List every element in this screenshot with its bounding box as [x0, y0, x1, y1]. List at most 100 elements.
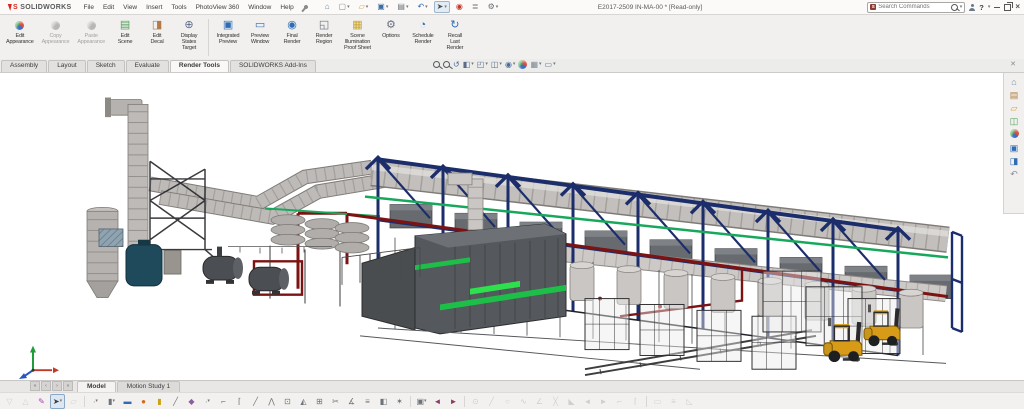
menu-tools[interactable]: Tools	[171, 4, 186, 11]
rectangle-tool-icon[interactable]: ⊡	[280, 394, 295, 409]
caret-down-icon[interactable]: ▾	[425, 5, 428, 10]
instant3d-icon[interactable]: ◆	[184, 394, 199, 409]
view-palette-icon[interactable]: ◫	[1010, 116, 1019, 126]
render-region-button[interactable]: ◱Render Region	[308, 16, 340, 59]
menu-help[interactable]: Help	[280, 4, 293, 11]
zoom-to-fit-icon[interactable]	[433, 61, 440, 68]
menu-photoview-360[interactable]: PhotoView 360	[196, 4, 240, 11]
line-icon[interactable]: ╱	[168, 394, 183, 409]
record-prev-icon[interactable]: ◄	[430, 394, 445, 409]
scene-illumination-proof-sheet-button[interactable]: ▦Scene Illumination Proof Sheet	[340, 16, 375, 59]
undo-button[interactable]: ↶▾	[414, 1, 430, 13]
smart-dimension-icon[interactable]: ∙▾	[88, 394, 103, 409]
file-properties-button[interactable]: ≣	[469, 1, 482, 13]
final-render-button[interactable]: ◉Final Render	[276, 16, 308, 59]
view-settings-icon[interactable]: ▭▾	[545, 60, 556, 69]
menu-edit[interactable]: Edit	[103, 4, 114, 11]
caret-down-icon[interactable]: ▾	[513, 62, 516, 67]
menu-insert[interactable]: Insert	[146, 4, 162, 11]
appearance-sphere-icon[interactable]: ●	[136, 394, 151, 409]
zoom-to-area-icon[interactable]	[443, 61, 450, 68]
annotation-icon[interactable]: ▮▾	[104, 394, 119, 409]
section-view-icon[interactable]: ◧▾	[463, 60, 474, 69]
pane-close-icon[interactable]: ✕	[1010, 60, 1016, 68]
tab-sketch[interactable]: Sketch	[87, 60, 125, 72]
tab-layout[interactable]: Layout	[48, 60, 86, 72]
appearance-brush-icon[interactable]: ✎	[34, 394, 49, 409]
trim-icon[interactable]: ✂	[328, 394, 343, 409]
options-button[interactable]: ⚙▾	[485, 1, 502, 13]
edit-appearance-button[interactable]: Edit Appearance	[2, 16, 38, 59]
appearances-scenes-icon[interactable]	[1010, 129, 1019, 140]
menu-window[interactable]: Window	[248, 4, 271, 11]
menu-file[interactable]: File	[83, 4, 93, 11]
new-document-button[interactable]: ▢▾	[336, 1, 353, 13]
caret-down-icon[interactable]: ▾	[496, 5, 499, 10]
print-button[interactable]: ▤▾	[394, 1, 411, 13]
hide-show-items-icon[interactable]: ◉▾	[505, 60, 516, 69]
solidworks-resources-icon[interactable]: ⌂	[1011, 77, 1016, 87]
mirror-icon[interactable]: ◭	[296, 394, 311, 409]
rebuild-button[interactable]: ◉	[453, 1, 466, 13]
file-explorer-icon[interactable]: ▱	[1011, 103, 1018, 113]
measure-icon[interactable]: ∡	[344, 394, 359, 409]
tab-model[interactable]: Model	[77, 381, 116, 392]
caret-down-icon[interactable]: ▾	[499, 62, 502, 67]
corner-rectangle-icon[interactable]: ⌐	[216, 394, 231, 409]
search-box[interactable]: S ▾	[867, 2, 965, 13]
edit-scene-button[interactable]: ▤Edit Scene	[109, 16, 141, 59]
view-orientation-icon[interactable]: ◰▾	[477, 60, 488, 69]
help-button[interactable]: ?	[979, 3, 984, 12]
move-component-icon[interactable]: ⋀	[264, 394, 279, 409]
tab-motion-study-1[interactable]: Motion Study 1	[117, 381, 180, 392]
sign-in-icon[interactable]	[969, 8, 975, 11]
integrated-preview-button[interactable]: ▣Integrated Preview	[212, 16, 244, 59]
caret-down-icon[interactable]: ▾	[366, 5, 369, 10]
back-icon[interactable]: ↶	[1010, 169, 1018, 179]
save-button[interactable]: ▣▾	[374, 1, 391, 13]
tab-render-tools[interactable]: Render Tools	[170, 60, 229, 72]
forum-icon[interactable]: ◨	[1010, 156, 1019, 166]
caret-down-icon[interactable]: ▾	[539, 62, 542, 67]
options-render-button[interactable]: ⚙Options	[375, 16, 407, 59]
section-tool-icon[interactable]: ◧	[376, 394, 391, 409]
edit-appearance-icon[interactable]	[518, 60, 527, 69]
screen-capture-icon[interactable]: ▣▾	[414, 394, 429, 409]
search-dropdown-icon[interactable]: ▾	[960, 5, 963, 10]
select-icon[interactable]: ➤▾	[50, 394, 65, 409]
menu-view[interactable]: View	[123, 4, 137, 11]
minimize-button[interactable]	[994, 6, 1000, 8]
design-library-icon[interactable]: ▤	[1010, 90, 1019, 100]
caret-down-icon[interactable]: ▾	[553, 62, 556, 67]
schedule-render-button[interactable]: ◔Schedule Render	[407, 16, 439, 59]
caret-down-icon[interactable]: ▾	[485, 62, 488, 67]
pin-icon[interactable]	[303, 4, 309, 10]
tab-solidworks-add-ins[interactable]: SOLIDWORKS Add-Ins	[230, 60, 316, 72]
custom-properties-icon[interactable]: ▣	[1010, 143, 1019, 153]
point-icon[interactable]: ∙▾	[200, 394, 215, 409]
apply-scene-icon[interactable]: ▦▾	[530, 60, 541, 69]
centerline-icon[interactable]: ╱	[248, 394, 263, 409]
display-states-target-button[interactable]: ⊕Display States Target	[173, 16, 205, 59]
restore-button[interactable]	[1004, 4, 1011, 11]
edit-decal-button[interactable]: ◨Edit Decal	[141, 16, 173, 59]
tab-scroll-prev-button[interactable]: ‹	[41, 381, 51, 391]
caret-down-icon[interactable]: ▾	[471, 62, 474, 67]
tab-scroll-last-button[interactable]: »	[63, 381, 73, 391]
corner-icon[interactable]: ⌈	[232, 394, 247, 409]
help-menu-arrow-icon[interactable]: ▾	[988, 5, 991, 10]
caret-down-icon[interactable]: ▾	[347, 5, 350, 10]
tab-assembly[interactable]: Assembly	[1, 60, 47, 72]
graphics-viewport[interactable]: ⌂ ▤ ▱ ◫ ▣ ◨ ↶	[0, 73, 1024, 380]
caret-down-icon[interactable]: ▾	[386, 5, 389, 10]
cylinder-icon[interactable]: ▮	[152, 394, 167, 409]
caret-down-icon[interactable]: ▾	[444, 5, 447, 10]
caret-down-icon[interactable]: ▾	[406, 5, 409, 10]
close-button[interactable]: ×	[1015, 3, 1020, 11]
mass-properties-icon[interactable]: ≡	[360, 394, 375, 409]
tab-scroll-first-button[interactable]: «	[30, 381, 40, 391]
home-button[interactable]: ⌂	[322, 1, 333, 13]
record-next-icon[interactable]: ►	[446, 394, 461, 409]
open-button[interactable]: ▱▾	[356, 1, 372, 13]
select-button[interactable]: ➤▾	[434, 1, 450, 13]
